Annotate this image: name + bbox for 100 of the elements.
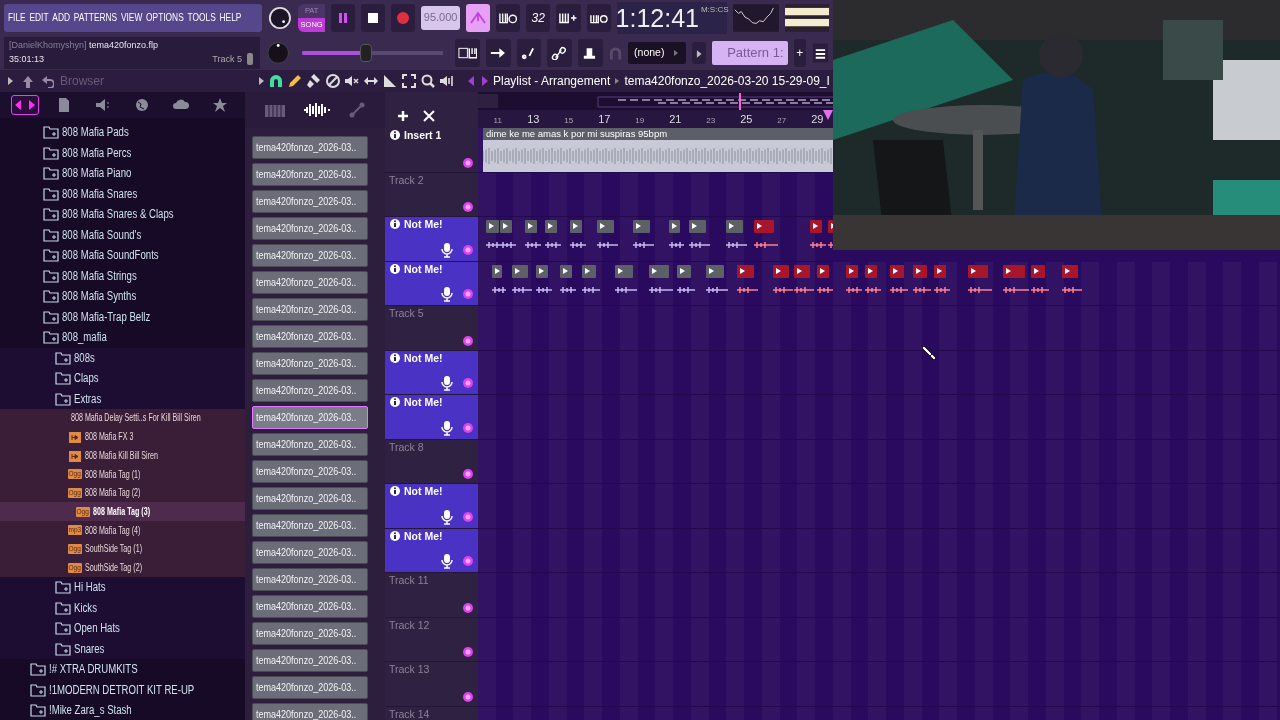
- loop-button[interactable]: [586, 3, 611, 32]
- folder-item[interactable]: 808 Mafia Strings: [0, 265, 245, 286]
- clip-source-item[interactable]: tema420fonzo_2026-03..: [252, 568, 368, 591]
- folder-item[interactable]: Open Hats: [0, 618, 245, 639]
- sample-clip[interactable]: [649, 264, 669, 278]
- clip-source-item[interactable]: tema420fonzo_2026-03..: [252, 433, 368, 456]
- folder-item[interactable]: Hi Hats: [0, 577, 245, 598]
- zoom-icon[interactable]: [420, 73, 436, 89]
- folder-item[interactable]: Snares: [0, 638, 245, 660]
- clip-source-item[interactable]: tema420fonzo_2026-03..: [252, 460, 368, 483]
- clip-source-item[interactable]: tema420fonzo_2026-03..: [252, 325, 368, 348]
- brush-icon[interactable]: [306, 73, 322, 89]
- clip-source-item[interactable]: tema420fonzo_2026-03..: [252, 163, 368, 186]
- record-dot-icon[interactable]: [462, 156, 474, 169]
- track-header[interactable]: Not Me!: [385, 217, 478, 262]
- sample-item[interactable]: 808 Mafia Kill Bill Siren: [0, 446, 245, 466]
- snap-dropdown[interactable]: (none): [628, 41, 687, 64]
- sample-clip[interactable]: [512, 264, 528, 278]
- folder-item[interactable]: 808 Mafia Pads: [0, 122, 245, 143]
- sample-clip[interactable]: [615, 264, 633, 278]
- folder-item[interactable]: !1MODERN DETROIT KIT RE-UP: [0, 679, 245, 701]
- volume-knob[interactable]: [268, 4, 292, 31]
- add-pattern-button[interactable]: +: [793, 38, 807, 67]
- track-header[interactable]: Not Me!: [385, 528, 478, 573]
- metronome-button[interactable]: [465, 3, 490, 32]
- stamp-button[interactable]: [578, 38, 603, 67]
- sample-clip[interactable]: [545, 220, 557, 233]
- folder-item[interactable]: 808 Mafia SoundFonts: [0, 245, 245, 266]
- clip-source-item[interactable]: tema420fonzo_2026-03..: [252, 541, 368, 564]
- sample-clip[interactable]: [633, 220, 650, 233]
- sample-clip[interactable]: [934, 264, 946, 278]
- record-dot-icon[interactable]: [462, 646, 474, 658]
- folder-item[interactable]: 808s: [0, 347, 245, 368]
- sample-clip[interactable]: [865, 264, 877, 278]
- sample-clip[interactable]: [486, 220, 499, 233]
- slider-thumb[interactable]: [359, 43, 372, 62]
- folder-item[interactable]: Kicks: [0, 597, 245, 619]
- mute-icon[interactable]: [344, 73, 360, 89]
- clip-source-item[interactable]: tema420fonzo_2026-03..: [252, 487, 368, 510]
- sample-clip[interactable]: [1003, 264, 1025, 278]
- link-icon[interactable]: [348, 101, 367, 119]
- record-dot-icon[interactable]: [462, 601, 474, 614]
- folder-item[interactable]: Claps: [0, 368, 245, 389]
- pencil-icon[interactable]: [287, 73, 303, 89]
- sample-clip[interactable]: [1031, 264, 1045, 278]
- sample-clip[interactable]: [492, 264, 502, 278]
- folder-item[interactable]: 808 Mafia Snares & Claps: [0, 204, 245, 225]
- track-header[interactable]: Not Me!: [385, 395, 478, 440]
- microphone-icon[interactable]: [440, 553, 454, 569]
- folder-item[interactable]: 808 Mafia Sound's: [0, 224, 245, 245]
- microphone-icon[interactable]: [440, 508, 454, 525]
- caret-button[interactable]: [692, 41, 706, 64]
- magnet-icon[interactable]: [268, 73, 284, 89]
- microphone-icon[interactable]: [440, 286, 454, 302]
- clip-source-item[interactable]: tema420fonzo_2026-03..: [252, 649, 368, 672]
- folder-item[interactable]: !Mike Zara_s Stash: [0, 700, 245, 720]
- clip-source-item[interactable]: tema420fonzo_2026-03..: [252, 244, 368, 267]
- sample-item[interactable]: 808 Mafia FX 3: [0, 427, 245, 447]
- step-button[interactable]: [556, 3, 581, 32]
- folder-item[interactable]: 808 Mafia Synths: [0, 286, 245, 307]
- microphone-icon[interactable]: [440, 419, 454, 436]
- sample-clip[interactable]: [597, 220, 614, 233]
- sample-clip[interactable]: [500, 220, 512, 233]
- record-dot-icon[interactable]: [462, 201, 474, 213]
- clip-source-item[interactable]: tema420fonzo_2026-03..: [252, 217, 368, 240]
- note-button[interactable]: [516, 38, 542, 67]
- folder-item[interactable]: Extras: [0, 388, 245, 409]
- clip-source-item[interactable]: tema420fonzo_2026-03..: [252, 622, 368, 645]
- select-icon[interactable]: [401, 73, 417, 89]
- no-entry-icon[interactable]: [325, 73, 341, 89]
- sample-clip[interactable]: [913, 264, 927, 278]
- record-button[interactable]: [391, 3, 416, 32]
- piano-icon[interactable]: [263, 102, 286, 118]
- sample-clip[interactable]: [773, 264, 789, 278]
- sample-clip[interactable]: [706, 264, 724, 278]
- record-dot-icon[interactable]: [462, 421, 474, 434]
- menu-item[interactable]: FILE: [8, 9, 26, 26]
- sample-clip[interactable]: [737, 264, 754, 278]
- pause-button[interactable]: [331, 3, 356, 32]
- sample-clip[interactable]: [689, 220, 706, 233]
- folder-item[interactable]: !# XTRA DRUMKITS: [0, 659, 245, 680]
- menu-item[interactable]: OPTIONS: [146, 9, 184, 26]
- folder-item[interactable]: 808 Mafia Piano: [0, 163, 245, 184]
- clip-source-item[interactable]: tema420fonzo_2026-03..: [252, 352, 368, 375]
- sample-clip[interactable]: [560, 264, 572, 278]
- clip-source-item[interactable]: tema420fonzo_2026-03..: [252, 703, 368, 720]
- mixer-icon[interactable]: [812, 41, 830, 64]
- clip-source-item[interactable]: tema420fonzo_2026-03..: [252, 676, 368, 699]
- clock-button[interactable]: [495, 3, 521, 32]
- sample-clip[interactable]: [677, 264, 691, 278]
- plus-icon[interactable]: [395, 108, 409, 122]
- sample-clip[interactable]: [810, 220, 822, 233]
- sample-clip[interactable]: [669, 220, 680, 233]
- track-header[interactable]: Not Me!: [385, 261, 478, 306]
- keyboard-button[interactable]: [455, 38, 480, 67]
- sample-clip[interactable]: [846, 264, 858, 278]
- up-arrow-icon[interactable]: [20, 74, 34, 88]
- sample-clip[interactable]: [570, 220, 582, 233]
- menu-item[interactable]: HELP: [219, 9, 242, 26]
- sample-clip[interactable]: [968, 264, 988, 278]
